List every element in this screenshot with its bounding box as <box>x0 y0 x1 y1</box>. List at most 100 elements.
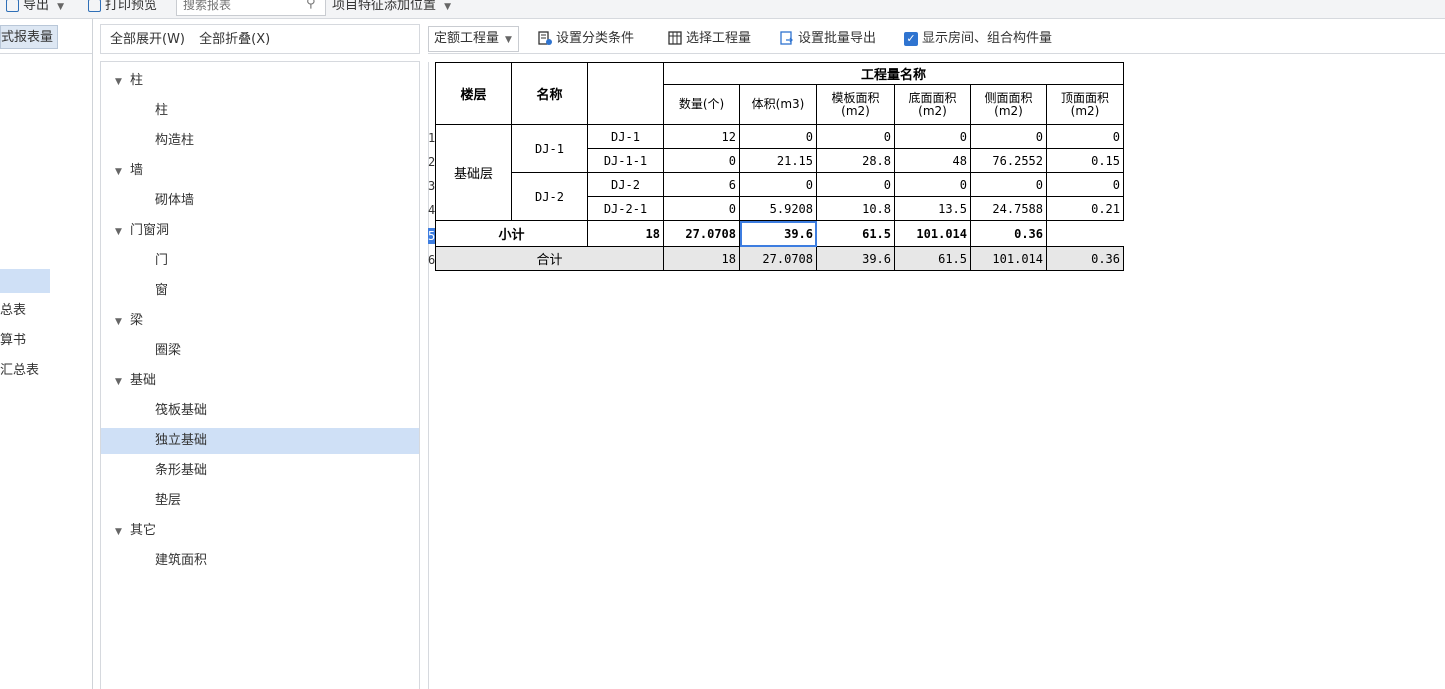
caret-down-icon[interactable]: ▼ <box>115 369 127 395</box>
tree-group-foundation[interactable]: ▼ 基础 <box>115 368 156 394</box>
select-quantity-button[interactable]: 选择工程量 <box>668 26 751 52</box>
value-cell[interactable]: 0.15 <box>1046 148 1124 173</box>
tree-item[interactable]: 窗 <box>101 278 419 304</box>
caret-down-icon[interactable]: ▼ <box>115 159 127 185</box>
value-cell[interactable]: 76.2552 <box>970 148 1047 173</box>
search-icon[interactable]: ⚲ <box>306 0 316 11</box>
value-cell[interactable]: 6 <box>663 172 740 197</box>
subtotal-cell[interactable]: 101.014 <box>894 220 971 247</box>
subtotal-cell-focused[interactable]: 39.6 <box>739 220 817 247</box>
tree-group-beam[interactable]: ▼ 梁 <box>115 308 143 334</box>
expand-all-button[interactable]: 全部展开(W) <box>110 32 185 47</box>
name-cell[interactable]: DJ-1 <box>511 124 588 173</box>
subname-cell[interactable]: DJ-2 <box>587 172 664 197</box>
name-cell[interactable]: DJ-2 <box>511 172 588 221</box>
subtotal-cell[interactable]: 18 <box>587 220 664 247</box>
batch-export-icon <box>780 31 793 45</box>
show-rooms-checkbox[interactable]: ✓ 显示房间、组合构件量 <box>904 26 1052 52</box>
subtotal-cell[interactable]: 0.36 <box>970 220 1047 247</box>
tree-item[interactable]: 砌体墙 <box>101 188 419 214</box>
set-classify-button[interactable]: 设置分类条件 <box>538 26 634 52</box>
tree-item[interactable]: 垫层 <box>101 488 419 514</box>
total-label[interactable]: 合计 <box>435 246 664 271</box>
subtotal-label[interactable]: 小计 <box>435 220 588 247</box>
value-cell[interactable]: 0 <box>970 124 1047 149</box>
header-formwork-area: 模板面积(m2) <box>816 84 895 125</box>
value-cell[interactable]: 10.8 <box>816 196 895 221</box>
report-category-item[interactable]: 总表 <box>0 299 92 323</box>
caret-down-icon[interactable]: ▼ <box>115 519 127 545</box>
tree-group-other[interactable]: ▼ 其它 <box>115 518 156 544</box>
tree-group-opening[interactable]: ▼ 门窗洞 <box>115 218 169 244</box>
value-cell[interactable]: 24.7588 <box>970 196 1047 221</box>
value-cell[interactable]: 12 <box>663 124 740 149</box>
value-cell[interactable]: 0 <box>816 172 895 197</box>
print-preview-button[interactable]: 打印预览 <box>88 0 157 17</box>
header-subname <box>587 62 664 125</box>
quantity-report-table: 楼层 名称 工程量名称 数量(个) 体积(m3) 模板面积(m2) 底面面积(m… <box>435 62 1124 271</box>
value-cell[interactable]: 0 <box>1046 172 1124 197</box>
header-count: 数量(个) <box>663 84 740 125</box>
total-row[interactable]: 合计 18 27.0708 39.6 61.5 101.014 0.36 <box>435 246 1124 271</box>
value-cell[interactable]: 5.9208 <box>739 196 817 221</box>
value-cell[interactable]: 0 <box>816 124 895 149</box>
value-cell[interactable]: 28.8 <box>816 148 895 173</box>
tree-group-wall[interactable]: ▼ 墙 <box>115 158 143 184</box>
total-cell[interactable]: 39.6 <box>816 246 895 271</box>
table-row[interactable]: DJ-2 DJ-2 6 0 0 0 0 0 <box>436 172 1124 221</box>
chevron-down-icon: ▼ <box>505 35 512 45</box>
value-cell[interactable]: 0 <box>1046 124 1124 149</box>
header-bottom-area: 底面面积(m2) <box>894 84 971 125</box>
tree-item[interactable]: 柱 <box>101 98 419 124</box>
report-category-item[interactable] <box>0 269 50 293</box>
total-cell[interactable]: 18 <box>663 246 740 271</box>
report-category-tab[interactable]: 式报表量 <box>0 25 58 49</box>
export-button[interactable]: 导出 ▼ <box>6 0 64 17</box>
tree-group-column[interactable]: ▼ 柱 <box>115 68 143 94</box>
quantity-type-dropdown[interactable]: 定额工程量 ▼ <box>428 26 519 52</box>
caret-down-icon[interactable]: ▼ <box>115 309 127 335</box>
value-cell[interactable]: 48 <box>894 148 971 173</box>
checkbox-checked-icon[interactable]: ✓ <box>904 31 918 46</box>
tree-item-selected[interactable]: 独立基础 <box>101 428 419 454</box>
value-cell[interactable]: 13.5 <box>894 196 971 221</box>
subname-cell[interactable]: DJ-1 <box>587 124 664 149</box>
total-cell[interactable]: 61.5 <box>894 246 971 271</box>
value-cell[interactable]: 21.15 <box>739 148 817 173</box>
tree-item[interactable]: 筏板基础 <box>101 398 419 424</box>
subname-cell[interactable]: DJ-2-1 <box>587 196 664 221</box>
tree-item[interactable]: 圈梁 <box>101 338 419 364</box>
total-cell[interactable]: 27.0708 <box>739 246 817 271</box>
table-row[interactable]: 基础层 DJ-1 DJ-1 12 0 0 0 0 0 <box>435 124 1124 221</box>
value-cell[interactable]: 0 <box>739 172 817 197</box>
report-search-input[interactable] <box>176 0 326 16</box>
batch-export-button[interactable]: 设置批量导出 <box>780 26 876 52</box>
header-volume: 体积(m3) <box>739 84 817 125</box>
subtotal-cell[interactable]: 27.0708 <box>663 220 740 247</box>
tree-item[interactable]: 门 <box>101 248 419 274</box>
tree-item[interactable]: 条形基础 <box>101 458 419 484</box>
report-category-item[interactable]: 算书 <box>0 329 92 353</box>
value-cell[interactable]: 0 <box>970 172 1047 197</box>
subtotal-row[interactable]: 小计 18 27.0708 39.6 61.5 101.014 0.36 <box>435 220 1124 247</box>
floor-cell[interactable]: 基础层 <box>435 124 512 221</box>
tree-item[interactable]: 构造柱 <box>101 128 419 154</box>
report-category-item[interactable]: 汇总表 <box>0 359 92 383</box>
caret-down-icon[interactable]: ▼ <box>115 69 127 95</box>
subname-cell[interactable]: DJ-1-1 <box>587 148 664 173</box>
header-name: 名称 <box>511 62 588 125</box>
total-cell[interactable]: 101.014 <box>970 246 1047 271</box>
value-cell[interactable]: 0 <box>739 124 817 149</box>
value-cell[interactable]: 0 <box>894 172 971 197</box>
divider <box>0 53 92 54</box>
value-cell[interactable]: 0 <box>894 124 971 149</box>
collapse-all-button[interactable]: 全部折叠(X) <box>199 32 270 47</box>
value-cell[interactable]: 0 <box>663 148 740 173</box>
tree-item[interactable]: 建筑面积 <box>101 548 419 574</box>
feature-position-button[interactable]: 项目特征添加位置 ▼ <box>332 0 451 17</box>
subtotal-cell[interactable]: 61.5 <box>816 220 895 247</box>
value-cell[interactable]: 0 <box>663 196 740 221</box>
caret-down-icon[interactable]: ▼ <box>115 219 127 245</box>
value-cell[interactable]: 0.21 <box>1046 196 1124 221</box>
total-cell[interactable]: 0.36 <box>1046 246 1124 271</box>
